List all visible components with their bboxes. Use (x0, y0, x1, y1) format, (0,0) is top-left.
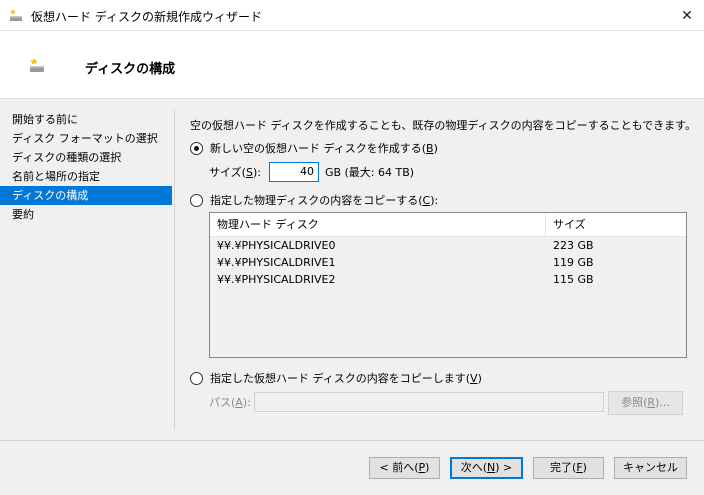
prev-button[interactable]: < 前へ(P) (369, 457, 440, 479)
size-label: サイズ(S): (209, 166, 261, 179)
path-input[interactable] (254, 392, 604, 412)
disk-wizard-icon (10, 9, 22, 21)
wizard-steps: 開始する前に ディスク フォーマットの選択 ディスクの種類の選択 名前と場所の指… (0, 110, 172, 224)
path-row: パス(A): (209, 392, 604, 412)
radio-new-blank-disk[interactable] (190, 141, 203, 155)
next-button[interactable]: 次へ(N) > (450, 457, 523, 479)
cancel-button[interactable]: キャンセル (614, 457, 687, 479)
page-title: ディスクの構成 (85, 62, 176, 77)
radio-copy-physical[interactable] (190, 193, 203, 207)
size-row: サイズ(S): 40 GB (最大: 64 TB) (209, 162, 414, 182)
finish-button[interactable]: 完了(F) (533, 457, 604, 479)
browse-button[interactable]: 参照(R)... (608, 391, 683, 415)
option-copy-physical-label: 指定した物理ディスクの内容をコピーする(C): (210, 194, 439, 207)
disk-size: 223 GB (553, 239, 594, 252)
option-copy-physical[interactable]: 指定した物理ディスクの内容をコピーする(C): (190, 192, 438, 208)
disk-name: ¥¥.¥PHYSICALDRIVE1 (217, 256, 336, 269)
page-description: 空の仮想ハード ディスクを作成することも、既存の物理ディスクの内容をコピーするこ… (190, 119, 697, 132)
column-header-size[interactable]: サイズ (546, 213, 686, 236)
option-copy-virtual[interactable]: 指定した仮想ハード ディスクの内容をコピーします(V) (190, 370, 482, 386)
wizard-header: ディスクの構成 (0, 31, 704, 99)
footer-divider (0, 440, 704, 441)
physical-disk-list[interactable]: 物理ハード ディスク サイズ ¥¥.¥PHYSICALDRIVE0 223 GB… (209, 212, 687, 358)
step-configure-disk[interactable]: ディスクの構成 (0, 186, 172, 205)
title-bar: 仮想ハード ディスクの新規作成ウィザード ✕ (0, 0, 704, 31)
size-input[interactable]: 40 (268, 162, 319, 182)
radio-copy-virtual[interactable] (190, 371, 203, 385)
table-row[interactable]: ¥¥.¥PHYSICALDRIVE2 115 GB (210, 271, 686, 288)
table-header: 物理ハード ディスク サイズ (210, 213, 686, 237)
disk-name: ¥¥.¥PHYSICALDRIVE2 (217, 273, 336, 286)
size-unit: GB (最大: 64 TB) (324, 166, 415, 179)
disk-size: 119 GB (553, 256, 594, 269)
window-title: 仮想ハード ディスクの新規作成ウィザード (31, 10, 262, 24)
disk-wizard-icon (30, 58, 44, 72)
option-new-blank-disk[interactable]: 新しい空の仮想ハード ディスクを作成する(B) (190, 140, 438, 156)
option-copy-virtual-label: 指定した仮想ハード ディスクの内容をコピーします(V) (210, 372, 482, 385)
step-name-location[interactable]: 名前と場所の指定 (0, 167, 172, 186)
close-button[interactable]: ✕ (670, 0, 704, 31)
table-row[interactable]: ¥¥.¥PHYSICALDRIVE0 223 GB (210, 237, 686, 254)
disk-name: ¥¥.¥PHYSICALDRIVE0 (217, 239, 336, 252)
step-before-you-begin[interactable]: 開始する前に (0, 110, 172, 129)
step-summary[interactable]: 要約 (0, 205, 172, 224)
path-label: パス(A): (209, 396, 251, 409)
step-choose-format[interactable]: ディスク フォーマットの選択 (0, 129, 172, 148)
step-choose-type[interactable]: ディスクの種類の選択 (0, 148, 172, 167)
table-row[interactable]: ¥¥.¥PHYSICALDRIVE1 119 GB (210, 254, 686, 271)
close-icon: ✕ (681, 7, 693, 24)
column-header-disk[interactable]: 物理ハード ディスク (210, 213, 546, 236)
sidebar-divider (174, 110, 175, 430)
option-new-label: 新しい空の仮想ハード ディスクを作成する(B) (210, 142, 438, 155)
disk-size: 115 GB (553, 273, 594, 286)
